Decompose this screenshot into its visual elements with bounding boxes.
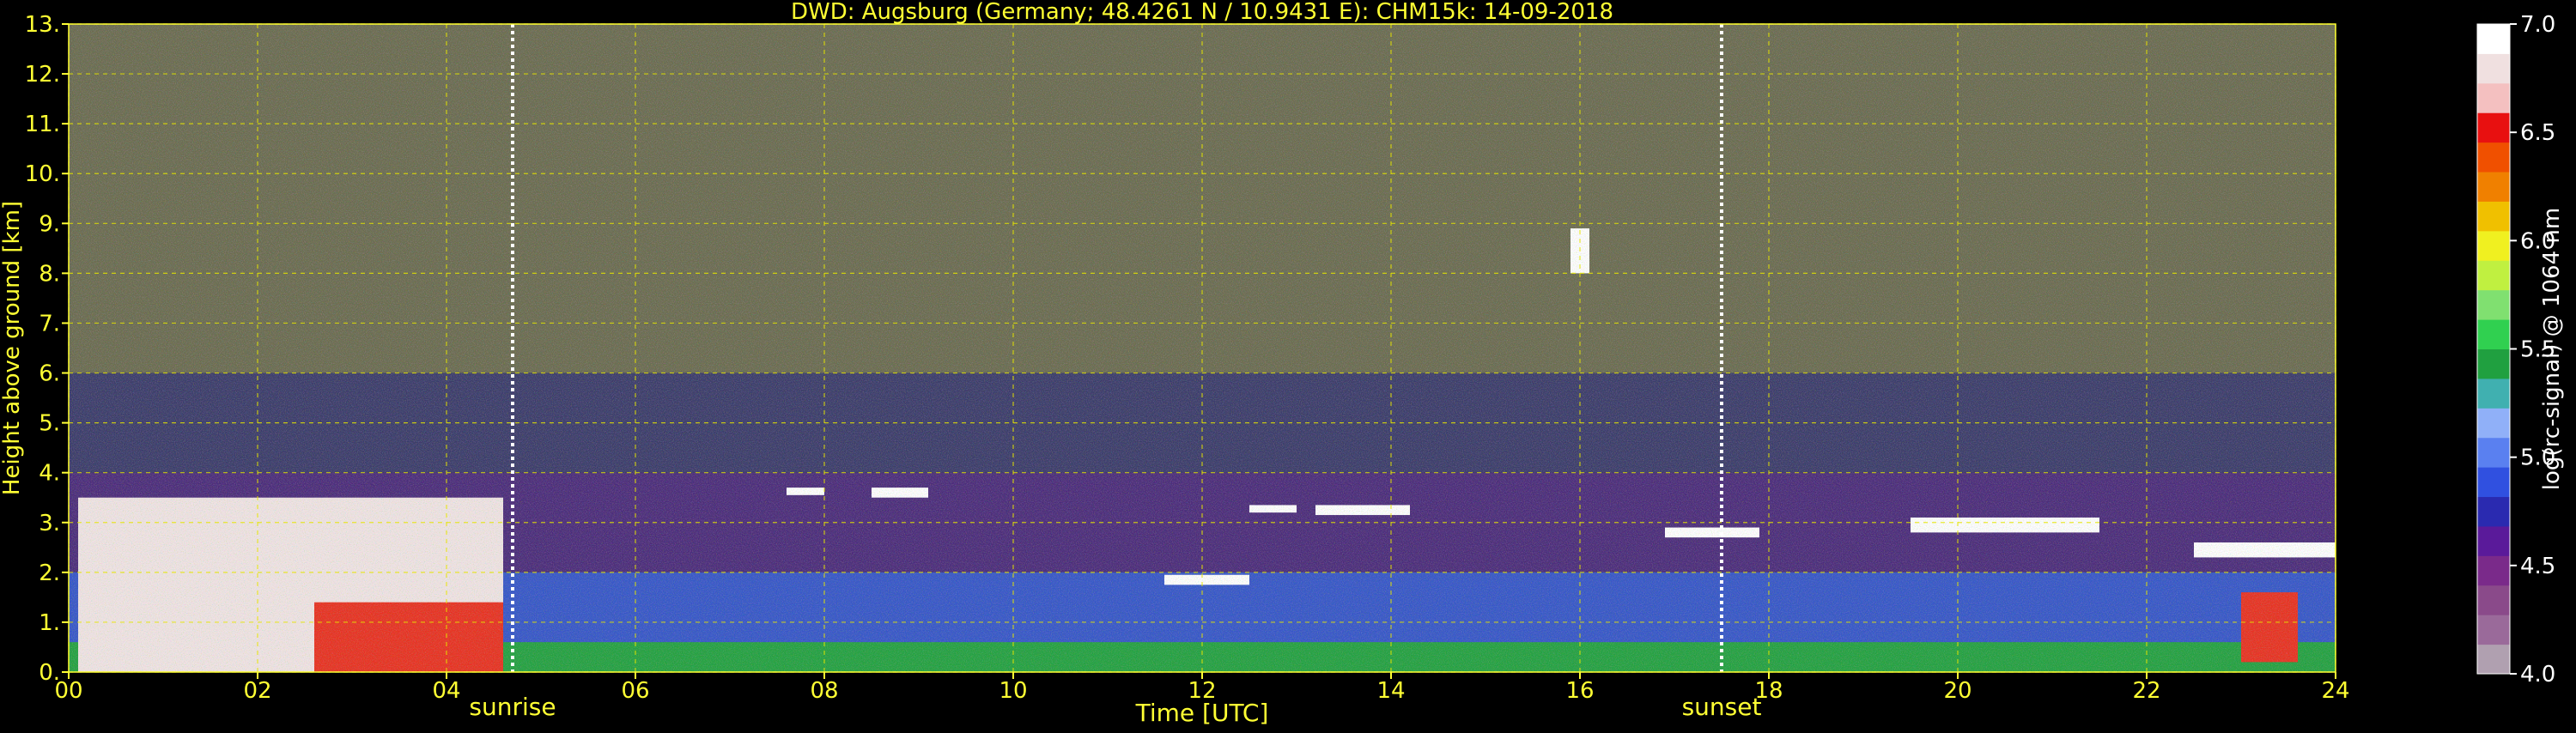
x-tick-label: 16 — [1565, 678, 1594, 704]
colorbar-label: log(rc-signal) @ 1064 nm — [2539, 208, 2565, 490]
x-tick-label: 20 — [1943, 678, 1971, 704]
colorbar-swatch — [2477, 378, 2510, 409]
y-tick-label: 8. — [39, 261, 60, 287]
y-tick-label: 6. — [39, 361, 60, 387]
chart-canvas: DWD: Augsburg (Germany; 48.4261 N / 10.9… — [0, 0, 2565, 727]
colorbar-swatch — [2477, 408, 2510, 439]
y-tick-label: 11. — [25, 112, 60, 137]
x-tick-label: 18 — [1754, 678, 1783, 704]
colorbar-swatch — [2477, 142, 2510, 173]
y-tick-label: 3. — [39, 511, 60, 536]
x-tick-label: 22 — [2132, 678, 2160, 704]
y-tick-label: 10. — [25, 161, 60, 187]
y-tick-label: 12. — [25, 62, 60, 88]
chart-title: DWD: Augsburg (Germany; 48.4261 N / 10.9… — [791, 0, 1613, 25]
colorbar-tick-label: 7.0 — [2520, 12, 2555, 38]
y-tick-label: 1. — [39, 610, 60, 636]
colorbar-swatch — [2477, 24, 2510, 54]
colorbar-swatch — [2477, 467, 2510, 498]
marker-label: sunrise — [469, 693, 556, 721]
colorbar-tick-label: 4.0 — [2520, 662, 2555, 688]
colorbar-swatch — [2477, 644, 2510, 675]
colorbar-swatch — [2477, 437, 2510, 468]
ceilometer-chart: DWD: Augsburg (Germany; 48.4261 N / 10.9… — [0, 0, 2576, 730]
colorbar-swatch — [2477, 348, 2510, 379]
colorbar-swatch — [2477, 555, 2510, 586]
y-tick-label: 5. — [39, 411, 60, 437]
y-axis-label: Height above ground [km] — [0, 201, 25, 495]
x-tick-label: 00 — [54, 678, 82, 704]
colorbar-swatch — [2477, 289, 2510, 320]
colorbar-swatch — [2477, 172, 2510, 202]
x-axis-label: Time [UTC] — [1135, 699, 1269, 727]
colorbar-swatch — [2477, 112, 2510, 143]
y-tick-label: 7. — [39, 311, 60, 336]
colorbar-swatch — [2477, 230, 2510, 261]
marker-label: sunset — [1682, 693, 1762, 721]
y-tick-label: 13. — [25, 12, 60, 38]
colorbar-tick-label: 4.5 — [2520, 554, 2555, 579]
x-tick-label: 10 — [999, 678, 1027, 704]
colorbar-swatch — [2477, 615, 2510, 645]
colorbar-swatch — [2477, 82, 2510, 113]
colorbar-swatch — [2477, 319, 2510, 349]
x-tick-label: 24 — [2321, 678, 2349, 704]
x-tick-label: 14 — [1376, 678, 1405, 704]
colorbar-swatch — [2477, 525, 2510, 556]
colorbar-swatch — [2477, 260, 2510, 291]
colorbar-swatch — [2477, 496, 2510, 527]
colorbar-swatch — [2477, 201, 2510, 232]
colorbar-swatch — [2477, 53, 2510, 84]
y-tick-label: 4. — [39, 461, 60, 487]
y-tick-label: 2. — [39, 560, 60, 586]
x-tick-label: 06 — [621, 678, 649, 704]
colorbar-tick-label: 6.5 — [2520, 120, 2555, 146]
x-tick-label: 08 — [810, 678, 838, 704]
x-tick-label: 04 — [432, 678, 460, 704]
y-axis: 0.1.2.3.4.5.6.7.8.9.10.11.12.13. — [25, 12, 69, 686]
colorbar-swatch — [2477, 585, 2510, 615]
x-tick-label: 02 — [243, 678, 271, 704]
y-tick-label: 9. — [39, 211, 60, 237]
